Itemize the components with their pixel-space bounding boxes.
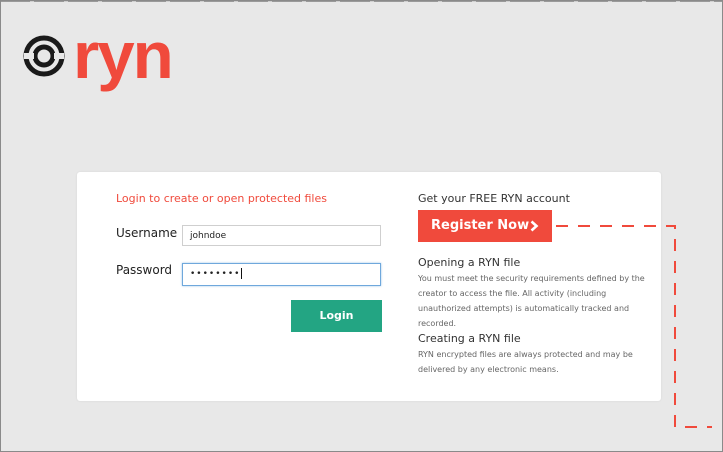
login-heading: Login to create or open protected files [116, 192, 327, 205]
free-account-title: Get your FREE RYN account [418, 192, 570, 205]
login-card: Login to create or open protected files … [77, 172, 661, 401]
opening-title: Opening a RYN file [418, 256, 521, 269]
register-now-button[interactable]: Register Now [418, 210, 552, 242]
creating-text: RYN encrypted files are always protected… [418, 350, 633, 374]
password-label: Password [116, 263, 173, 277]
register-column: Get your FREE RYN account Register Now O… [418, 192, 653, 374]
password-input[interactable]: •••••••• [182, 263, 381, 286]
opening-text: You must meet the security requirements … [418, 274, 645, 328]
password-mask: •••••••• [190, 269, 241, 279]
register-button-label: Register Now [431, 218, 530, 233]
logo-ring-icon [23, 35, 65, 77]
chevron-right-icon [530, 220, 539, 232]
username-input[interactable]: johndoe [182, 225, 381, 246]
creating-title: Creating a RYN file [418, 332, 521, 345]
login-button[interactable]: Login [291, 300, 382, 332]
username-label: Username [116, 226, 178, 240]
brand-name: ryn [73, 18, 174, 92]
username-value: johndoe [190, 231, 227, 241]
text-caret [241, 268, 243, 279]
